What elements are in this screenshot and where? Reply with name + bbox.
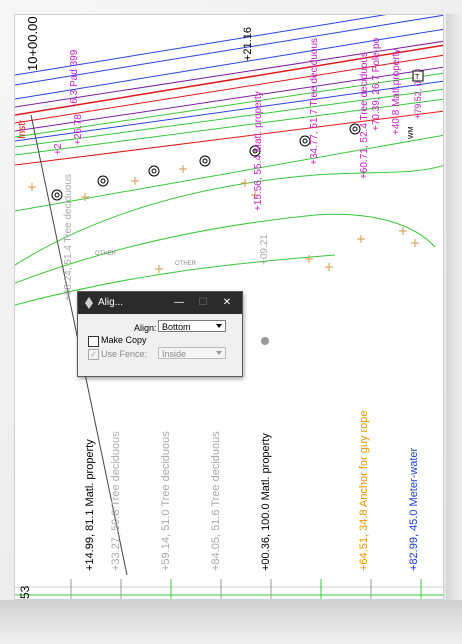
aligned-label-6[interactable]: +64.51, 34.8 Anchor for guy rope: [358, 410, 370, 571]
cross-marker: [357, 235, 365, 243]
frame-shadow-bottom: [0, 600, 462, 644]
aligned-label-7[interactable]: +82.99, 45.0 Meter-water: [408, 447, 420, 571]
bottom-left-label: 53: [18, 585, 32, 599]
station-2-label: +2: [53, 143, 64, 155]
chevron-down-icon: [216, 351, 222, 355]
station-main-label: 10+00.00: [25, 16, 40, 71]
tree-deciduous-icon: [51, 189, 63, 201]
cross-marker: [325, 263, 333, 271]
aligned-labels[interactable]: +14.99, 81.1 Matl. property +33.27, 50.8…: [84, 410, 420, 571]
dialog-titlebar[interactable]: Alig... — ☐ ✕: [78, 292, 242, 314]
cross-marker: [399, 227, 407, 235]
aligned-label-3[interactable]: +59.14, 51.0 Tree deciduous: [160, 431, 172, 571]
cross-marker: [305, 255, 313, 263]
curve-green-2: [15, 213, 436, 284]
chevron-down-icon: [216, 324, 222, 328]
aligned-label-2[interactable]: +33.27, 50.8 Tree deciduous: [110, 431, 122, 571]
minimize-button[interactable]: —: [168, 295, 190, 311]
station-end-label: +21.16: [242, 27, 254, 61]
wm-label: WM: [408, 126, 415, 139]
aligned-label-4[interactable]: +84.05, 51.6 Tree deciduous: [210, 431, 222, 571]
cross-marker: [81, 193, 89, 201]
curve-green-1: [15, 165, 443, 266]
app-icon: [85, 297, 93, 309]
dialog-title: Alig...: [98, 297, 124, 308]
pad-label: -6.3 Pad 399: [69, 49, 80, 107]
tree-deciduous-icon: [148, 165, 160, 177]
cross-marker: [241, 179, 249, 187]
tree-top-label: +34.77, 51.7 Tree deciduous: [309, 38, 320, 165]
tree-deciduous-icon: [97, 175, 109, 187]
drawing-annotations: 10+00.00 Instr -6.3 Pad 399 +26.78 +2 +2…: [17, 16, 424, 301]
cross-marker: [411, 239, 419, 247]
align-label: Align:: [134, 323, 157, 333]
cursor-dot: [261, 337, 269, 345]
pole-label: +70.39, 26.7 Pole-po: [371, 37, 382, 131]
fence-mode-value: Inside: [162, 349, 187, 359]
cad-drawing-viewport[interactable]: 10+00.00 Instr -6.3 Pad 399 +26.78 +2 +2…: [14, 14, 444, 600]
instr-label: Instr: [17, 119, 28, 139]
cross-marker: [155, 265, 163, 273]
align-dropdown[interactable]: Bottom: [158, 320, 226, 332]
close-button[interactable]: ✕: [216, 295, 238, 311]
screenshot-frame: 10+00.00 Instr -6.3 Pad 399 +26.78 +2 +2…: [0, 0, 462, 644]
cross-markers: [28, 165, 419, 273]
aligned-label-5[interactable]: +00.36, 100.0 Matl. property: [260, 433, 272, 571]
station-26-label: +26.78: [73, 114, 84, 145]
use-fence-label: Use Fence:: [101, 349, 148, 359]
val-09-label: +09.21: [259, 234, 270, 265]
tree-deciduous-icon: [199, 155, 211, 167]
meter-box-label: T: [415, 74, 420, 81]
tree-60-label: +60.71, 52.4 Tree deciduous: [359, 52, 370, 179]
tree-08-label: +08.24, 51.4 Tree deciduous: [63, 174, 74, 301]
align-dropdown-value: Bottom: [162, 322, 191, 332]
cross-marker: [28, 183, 36, 191]
matl-55-label: +15.56, 55.4 Matl. property: [253, 91, 264, 211]
cross-marker: [131, 177, 139, 185]
other-label-1: OTHER: [95, 251, 117, 257]
use-fence-checkbox[interactable]: ✓: [88, 349, 99, 360]
maximize-button[interactable]: ☐: [192, 295, 214, 311]
aligned-label-1[interactable]: +14.99, 81.1 Matl. property: [84, 439, 96, 571]
align-dialog[interactable]: Alig... — ☐ ✕ Align: Bottom Make Copy ✓ …: [77, 291, 243, 377]
matl-right-label: +40.8 Matl.property: [391, 49, 402, 135]
frame-shadow-right: [446, 14, 462, 644]
other-label-2: OTHER: [175, 261, 197, 267]
make-copy-label[interactable]: Make Copy: [101, 335, 147, 345]
make-copy-checkbox[interactable]: [88, 336, 99, 347]
fence-mode-dropdown[interactable]: Inside: [158, 347, 226, 359]
cross-marker: [179, 165, 187, 173]
